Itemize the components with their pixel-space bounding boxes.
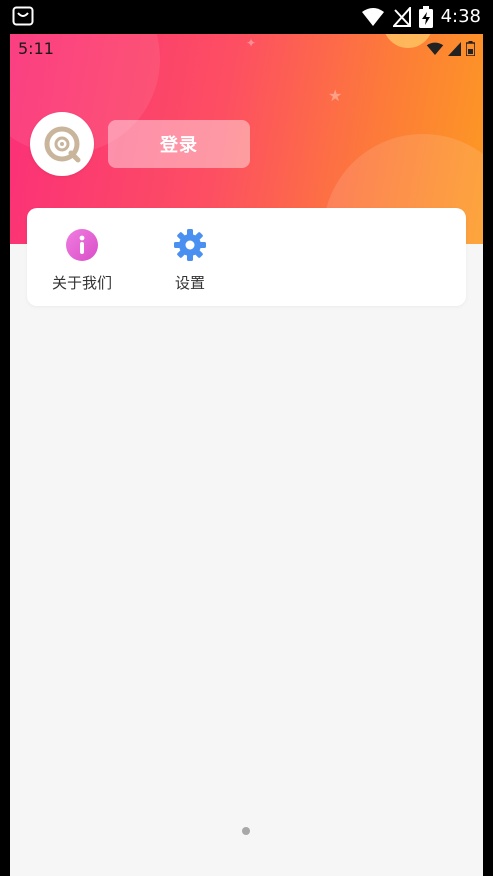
- menu-card: 关于我们 设置: [27, 208, 466, 306]
- battery-charging-icon: [418, 6, 433, 28]
- system-time: 4:38: [440, 6, 481, 27]
- wifi-icon: [426, 42, 444, 55]
- avatar[interactable]: [30, 112, 94, 176]
- app-status-icons: [426, 41, 475, 56]
- battery-icon: [466, 41, 475, 56]
- system-status-bar: 4:38: [0, 0, 493, 34]
- star-decoration: ★: [328, 86, 343, 105]
- info-icon: [66, 229, 98, 261]
- menu-item-label: 设置: [174, 274, 205, 292]
- no-signal-icon: [392, 7, 411, 27]
- app-logo-icon: [44, 126, 81, 163]
- page-indicator-dot: [242, 827, 250, 835]
- app-status-time: 5:11: [18, 39, 54, 58]
- notification-icon: [12, 6, 34, 26]
- menu-item-settings[interactable]: 设置: [145, 228, 235, 294]
- menu-item-about-us[interactable]: 关于我们: [37, 228, 127, 294]
- login-button[interactable]: 登录: [108, 120, 250, 168]
- menu-item-label: 关于我们: [51, 274, 112, 292]
- wifi-icon: [361, 8, 384, 26]
- star-decoration: ✦: [246, 36, 257, 50]
- gear-icon: [174, 229, 206, 261]
- device-frame: 4:38 ✦ ★ 5:11 登录 关于我们 设置: [0, 0, 493, 876]
- app-screen: ✦ ★ 5:11 登录 关于我们 设置: [10, 34, 483, 876]
- signal-icon: [448, 41, 461, 56]
